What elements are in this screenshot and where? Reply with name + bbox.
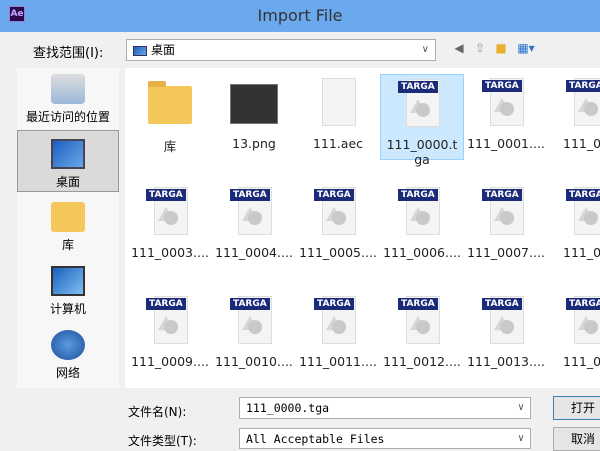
file-item[interactable]: 111.aec [296,74,380,151]
file-name: 111_0003.... [131,245,209,260]
targa-badge: TARGA [566,298,600,310]
file-name: 111_0011.... [299,354,377,369]
file-item[interactable]: TARGA 111_0005.... [296,183,380,260]
desktop-icon [51,139,85,169]
back-icon[interactable]: ◀ [452,41,466,55]
targa-badge: TARGA [146,298,186,310]
sidebar-item-computer[interactable]: 计算机 [17,266,119,317]
places-sidebar: 最近访问的位置 桌面 库 计算机 网络 [17,68,119,388]
targa-badge: TARGA [398,81,438,93]
file-name: 13.png [232,136,276,151]
view-menu-icon[interactable]: ▦▾ [514,41,538,55]
targa-badge: TARGA [482,189,522,201]
chevron-down-icon: ∨ [517,433,524,444]
new-folder-icon[interactable]: ■ [494,41,508,55]
file-name: 库 [163,139,177,154]
file-item[interactable]: TARGA 111_0001.... [464,74,548,151]
up-folder-icon[interactable]: ⇧ [473,41,487,55]
file-item[interactable]: 13.png [212,74,296,151]
filetype-dropdown[interactable]: All Acceptable Files ∨ [239,428,531,449]
targa-badge: TARGA [398,298,438,310]
file-item[interactable]: TARGA 111_0007.... [464,183,548,260]
file-name: 111_0007.... [467,245,545,260]
sidebar-item-label: 桌面 [55,175,80,189]
look-in-label: 查找范围(I): [33,46,104,61]
file-name: 111_0000.tga [386,137,458,167]
file-name: 111_0001.... [467,136,545,151]
targa-badge: TARGA [314,189,354,201]
sidebar-item-label: 最近访问的位置 [25,110,110,124]
filename-label: 文件名(N): [128,405,187,419]
filename-input[interactable]: 111_0000.tga ∨ [239,397,531,419]
file-name: 111_000 [563,136,600,151]
sidebar-item-network[interactable]: 网络 [17,330,119,381]
file-name: 111_000 [563,245,600,260]
targa-badge: TARGA [398,189,438,201]
targa-badge: TARGA [482,298,522,310]
chevron-down-icon: ∨ [421,44,429,55]
filetype-value: All Acceptable Files [246,432,385,446]
file-name: 111_0004.... [215,245,293,260]
file-item[interactable]: TARGA 111_000 [548,183,600,260]
sidebar-item-recent[interactable]: 最近访问的位置 [17,74,119,125]
targa-badge: TARGA [230,189,270,201]
file-item[interactable]: TARGA 111_0004.... [212,183,296,260]
file-name: 111_0010.... [215,354,293,369]
libraries-icon [51,202,85,232]
title-bar: Ae Import File [0,0,600,32]
file-item[interactable]: TARGA 111_0006.... [380,183,464,260]
cancel-button[interactable]: 取消 [553,427,600,451]
file-list[interactable]: 库 13.png 111.aec TARGA 111_0000.tga TARGA 111_… [125,68,600,388]
file-item[interactable]: TARGA 111_001 [548,292,600,369]
image-thumbnail-icon [230,84,278,124]
targa-badge: TARGA [482,80,522,92]
file-name: 111.aec [312,136,364,151]
file-name: 111_0006.... [383,245,461,260]
file-item[interactable]: TARGA 111_0000.tga [380,74,464,167]
file-item[interactable]: TARGA 111_0003.... [128,183,212,260]
sidebar-item-libraries[interactable]: 库 [17,202,119,253]
targa-badge: TARGA [146,189,186,201]
targa-badge: TARGA [566,80,600,92]
recent-places-icon [51,74,85,104]
computer-icon [51,266,85,296]
file-name: 111_0013.... [467,354,545,369]
chevron-down-icon[interactable]: ∨ [518,398,524,418]
file-name: 111_0009.... [131,354,209,369]
sidebar-item-desktop[interactable]: 桌面 [17,130,119,192]
document-icon [322,78,356,126]
sidebar-item-label: 网络 [55,366,80,380]
filetype-label: 文件类型(T): [128,434,197,448]
open-button[interactable]: 打开 [553,396,600,420]
targa-badge: TARGA [230,298,270,310]
filename-value: 111_0000.tga [246,401,330,415]
folder-icon [148,81,192,124]
look-in-dropdown[interactable]: 桌面 ∨ [126,39,436,61]
file-name: 111_0012.... [383,354,461,369]
file-item[interactable]: TARGA 111_0012.... [380,292,464,369]
file-name: 111_001 [563,354,600,369]
window-title: Import File [257,6,343,25]
file-item[interactable]: TARGA 111_0009.... [128,292,212,369]
file-item[interactable]: TARGA 111_0011.... [296,292,380,369]
file-name: 111_0005.... [299,245,377,260]
file-item[interactable]: 库 [128,74,212,155]
file-item[interactable]: TARGA 111_0013.... [464,292,548,369]
desktop-icon [133,45,147,56]
sidebar-item-label: 计算机 [49,302,86,316]
look-in-value: 桌面 [151,43,176,57]
sidebar-item-label: 库 [61,238,74,252]
file-item[interactable]: TARGA 111_0010.... [212,292,296,369]
network-icon [51,330,85,360]
targa-badge: TARGA [314,298,354,310]
file-item[interactable]: TARGA 111_000 [548,74,600,151]
targa-badge: TARGA [566,189,600,201]
